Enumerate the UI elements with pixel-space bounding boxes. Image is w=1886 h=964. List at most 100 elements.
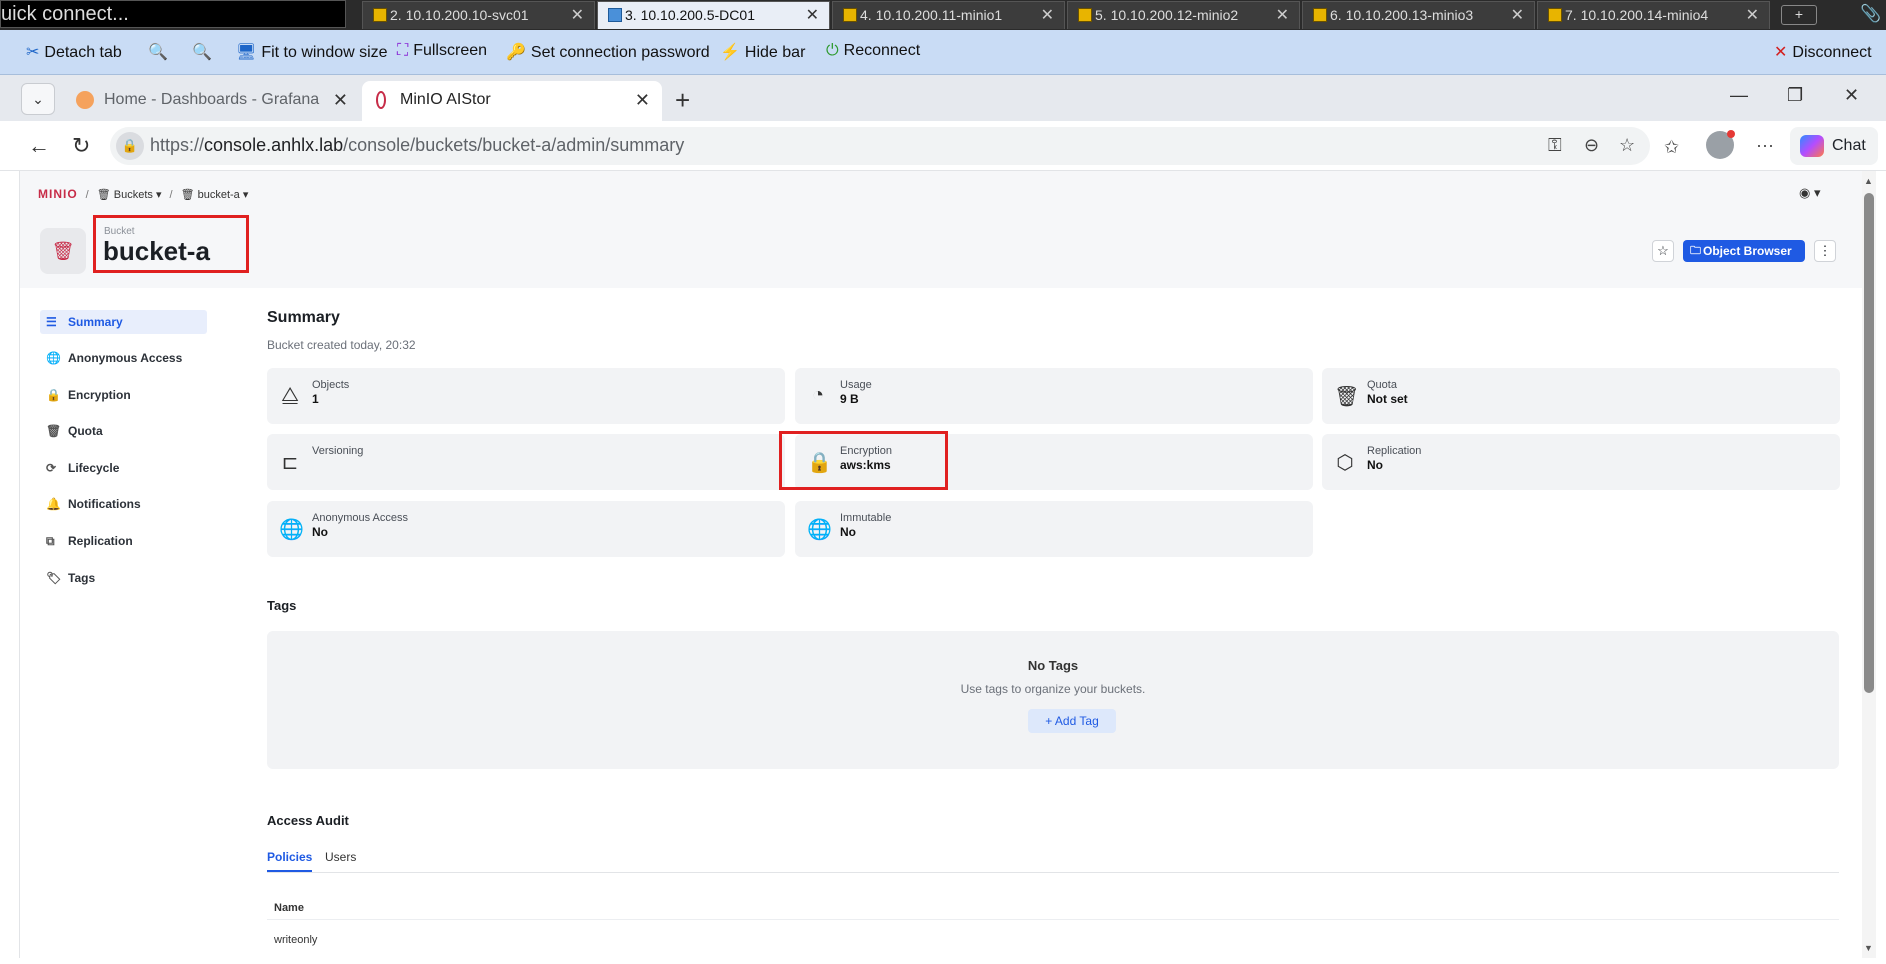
row-divider <box>267 919 1839 920</box>
user-circle-icon: ◉ <box>1799 185 1811 200</box>
browser-tab-grafana[interactable]: Home - Dashboards - Grafana ✕ <box>66 81 360 121</box>
quick-connect-input[interactable]: uick connect... <box>0 0 346 28</box>
lock-icon[interactable]: 🔒 <box>116 132 144 160</box>
card-label: Anonymous Access <box>312 512 408 524</box>
tags-icon: 🏷 <box>46 571 62 585</box>
close-icon[interactable]: ✕ <box>1041 2 1054 29</box>
close-icon[interactable]: ✕ <box>1746 2 1759 29</box>
sidebar-item-quota[interactable]: 🗑 Quota <box>40 419 207 443</box>
zoom-in-button[interactable]: 🔍 <box>148 42 173 62</box>
column-header-name: Name <box>274 902 304 914</box>
remote-tab-minio4[interactable]: 7. 10.10.200.14-minio4 ✕ <box>1537 1 1770 29</box>
sidebar-item-replication[interactable]: ⧉ Replication <box>40 529 207 553</box>
disconnect-button[interactable]: ✕ Disconnect <box>1774 42 1872 62</box>
sidebar-item-anonymous-access[interactable]: 🌐 Anonymous Access <box>40 346 207 370</box>
star-icon[interactable]: ☆ <box>1619 135 1635 156</box>
sidebar-item-label: Notifications <box>68 497 141 511</box>
user-menu[interactable]: ◉ ▾ <box>1799 185 1821 201</box>
card-anonymous-access: 🌐 Anonymous Access No <box>267 501 785 557</box>
chat-label: Chat <box>1832 137 1866 154</box>
more-icon[interactable]: ··· <box>1756 135 1774 156</box>
attachment-icon[interactable]: 📎 <box>1860 4 1881 24</box>
tab-list-button[interactable]: ⌄ <box>21 83 55 115</box>
scroll-up-icon[interactable]: ▲ <box>1864 176 1873 186</box>
fit-window-button[interactable]: 🖥 Fit to window size <box>236 42 388 62</box>
favorite-button[interactable]: ☆ <box>1652 240 1674 262</box>
sidebar-item-summary[interactable]: ☰ Summary <box>40 310 207 334</box>
breadcrumb-bucket[interactable]: bucket-a <box>198 189 240 201</box>
new-tab-button[interactable]: + <box>675 85 690 116</box>
sidebar-item-encryption[interactable]: 🔒 Encryption <box>40 383 207 407</box>
disconnect-label: Disconnect <box>1792 44 1872 61</box>
card-label: Usage <box>840 379 872 391</box>
shapes-icon: ⧋ <box>281 384 299 406</box>
address-row: ← ↻ 🔒 https://console.anhlx.lab/console/… <box>0 121 1886 171</box>
remote-tab-minio3[interactable]: 6. 10.10.200.13-minio3 ✕ <box>1302 1 1535 29</box>
minimize-button[interactable]: — <box>1730 85 1748 106</box>
url-prefix: https:// <box>150 135 205 155</box>
remote-tab-minio2[interactable]: 5. 10.10.200.12-minio2 ✕ <box>1067 1 1300 29</box>
pie-icon: ◔ <box>811 384 825 406</box>
key-icon[interactable]: ⚿ <box>1548 135 1562 156</box>
minio-logo[interactable]: MINIO <box>38 187 78 201</box>
sidebar-item-tags[interactable]: 🏷 Tags <box>40 566 207 590</box>
tab-users[interactable]: Users <box>325 850 356 864</box>
chat-button[interactable]: Chat <box>1790 127 1878 165</box>
scroll-down-icon[interactable]: ▼ <box>1864 943 1873 953</box>
close-icon[interactable]: ✕ <box>635 81 650 119</box>
scrollbar-thumb[interactable] <box>1864 193 1874 693</box>
object-browser-button[interactable]: 🗀 Object Browser <box>1683 240 1805 262</box>
restore-button[interactable]: ❐ <box>1787 85 1803 106</box>
close-window-button[interactable]: ✕ <box>1844 85 1859 106</box>
set-password-label: Set connection password <box>530 44 710 61</box>
scrollbar[interactable]: ▲ ▼ <box>1862 171 1876 958</box>
close-icon[interactable]: ✕ <box>571 2 584 29</box>
quota-icon: 🗑 <box>1334 386 1360 408</box>
star-icon: ☆ <box>1657 243 1669 258</box>
add-tag-button[interactable]: + Add Tag <box>1028 709 1116 733</box>
zoom-out-button[interactable]: 🔍 <box>192 42 217 62</box>
pencil-icon <box>373 8 387 22</box>
close-icon[interactable]: ✕ <box>333 81 348 119</box>
hide-bar-button[interactable]: ⚡ Hide bar <box>720 42 805 62</box>
reconnect-button[interactable]: ⏻ Reconnect <box>826 42 920 60</box>
set-password-button[interactable]: 🔑 Set connection password <box>506 42 710 62</box>
remote-tab-svc01[interactable]: 2. 10.10.200.10-svc01 ✕ <box>362 1 595 29</box>
remote-tab-dc01[interactable]: 3. 10.10.200.5-DC01 ✕ <box>597 1 830 29</box>
close-icon: ✕ <box>1774 44 1788 61</box>
browser-tab-label: MinIO AIStor <box>400 91 491 108</box>
sidebar-item-lifecycle[interactable]: ⟳ Lifecycle <box>40 456 207 480</box>
close-icon[interactable]: ✕ <box>1511 2 1524 29</box>
remote-tab-minio1[interactable]: 4. 10.10.200.11-minio1 ✕ <box>832 1 1065 29</box>
card-replication: ⬡ Replication No <box>1322 434 1840 490</box>
table-row[interactable]: writeonly <box>274 934 317 946</box>
pencil-icon <box>1313 8 1327 22</box>
more-options-button[interactable]: ⋮ <box>1814 240 1836 262</box>
fullscreen-label: Fullscreen <box>413 42 488 59</box>
sidebar-item-notifications[interactable]: 🔔 Notifications <box>40 492 207 516</box>
fullscreen-button[interactable]: ⛶ Fullscreen <box>397 42 487 60</box>
power-icon: ⏻ <box>826 42 839 59</box>
card-label: Versioning <box>312 445 364 457</box>
card-value: No <box>840 525 856 539</box>
breadcrumb-buckets[interactable]: Buckets <box>114 189 153 201</box>
caret-down-icon[interactable]: ▾ <box>243 189 249 201</box>
fit-window-label: Fit to window size <box>261 44 388 61</box>
url-text[interactable]: https://console.anhlx.lab/console/bucket… <box>150 135 684 156</box>
close-icon[interactable]: ✕ <box>1276 2 1289 29</box>
bucket-small-icon: 🗑 <box>180 189 195 201</box>
back-button[interactable]: ← <box>28 133 50 159</box>
favorites-icon[interactable]: ✩ <box>1664 137 1679 158</box>
new-remote-tab-button[interactable]: + <box>1781 5 1817 25</box>
close-icon[interactable]: ✕ <box>806 2 819 29</box>
tab-policies[interactable]: Policies <box>267 850 313 872</box>
pencil-icon <box>843 8 857 22</box>
detach-tab-label: Detach tab <box>44 44 122 61</box>
detach-tab-button[interactable]: ✂ Detach tab <box>26 42 122 62</box>
address-bar[interactable]: 🔒 https://console.anhlx.lab/console/buck… <box>110 127 1650 165</box>
list-icon: ☰ <box>46 315 57 329</box>
zoom-out-icon[interactable]: ⊖ <box>1584 135 1599 156</box>
reload-button[interactable]: ↻ <box>72 133 90 159</box>
caret-down-icon[interactable]: ▾ <box>156 189 162 201</box>
browser-tab-minio[interactable]: MinIO AIStor ✕ <box>362 81 662 121</box>
